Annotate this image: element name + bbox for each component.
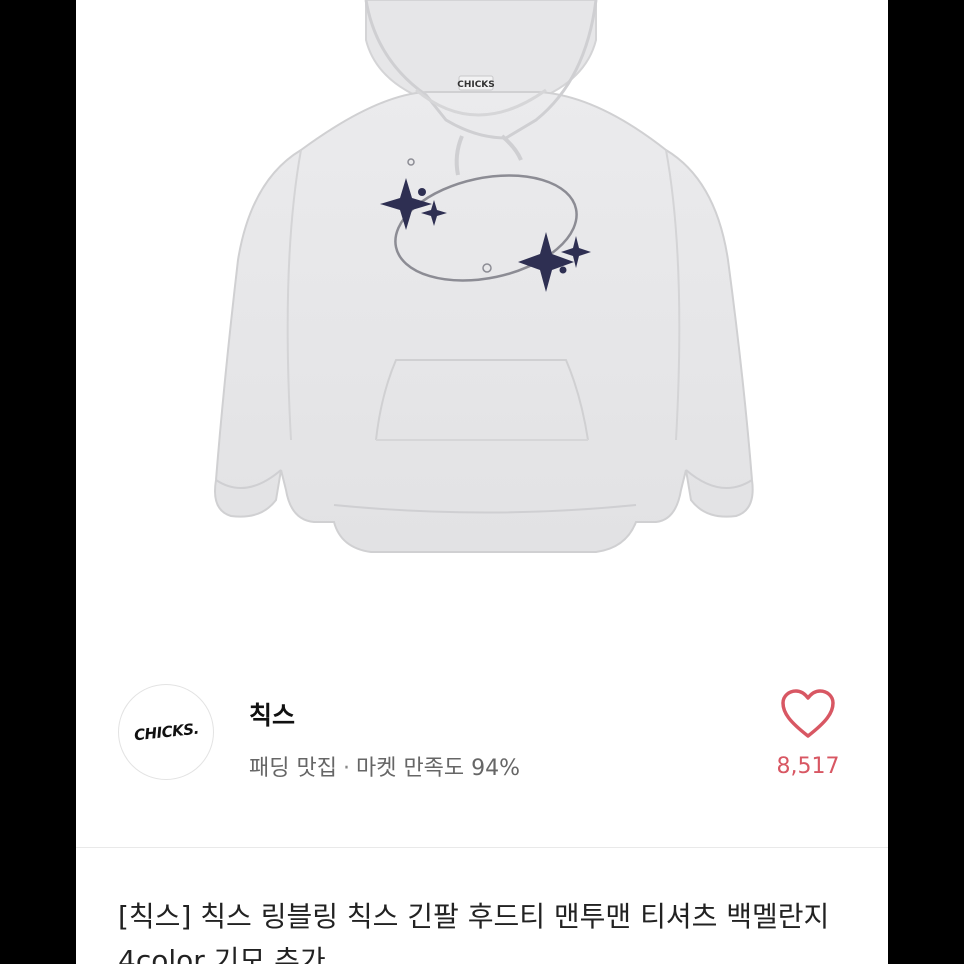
product-page: CHICKS CHICKS. 칙스 패딩 맛집 · 마켓 만족도 94% 8,5… <box>76 0 888 964</box>
like-button[interactable]: 8,517 <box>768 688 848 779</box>
heart-icon <box>781 689 835 738</box>
seller-avatar[interactable]: CHICKS. <box>118 684 214 780</box>
seller-avatar-logo: CHICKS. <box>132 719 200 745</box>
hoodie-illustration: CHICKS <box>214 0 754 553</box>
product-image[interactable]: CHICKS <box>76 0 888 650</box>
seller-badge: 패딩 맛집 <box>249 756 337 781</box>
like-count: 8,517 <box>776 754 840 779</box>
hoodie-label-text: CHICKS <box>457 80 495 90</box>
section-divider <box>76 847 888 848</box>
screen-frame: CHICKS CHICKS. 칙스 패딩 맛집 · 마켓 만족도 94% 8,5… <box>0 0 964 964</box>
product-title: [칙스] 칙스 링블링 칙스 긴팔 후드티 맨투맨 티셔츠 백멜란지 4colo… <box>118 900 830 964</box>
seller-info: CHICKS. 칙스 패딩 맛집 · 마켓 만족도 94% 8,517 <box>76 664 888 834</box>
seller-meta: 패딩 맛집 · 마켓 만족도 94% <box>249 750 520 782</box>
seller-name[interactable]: 칙스 <box>249 696 295 732</box>
seller-satisfaction: 마켓 만족도 94% <box>355 756 521 781</box>
meta-separator: · <box>342 756 350 781</box>
